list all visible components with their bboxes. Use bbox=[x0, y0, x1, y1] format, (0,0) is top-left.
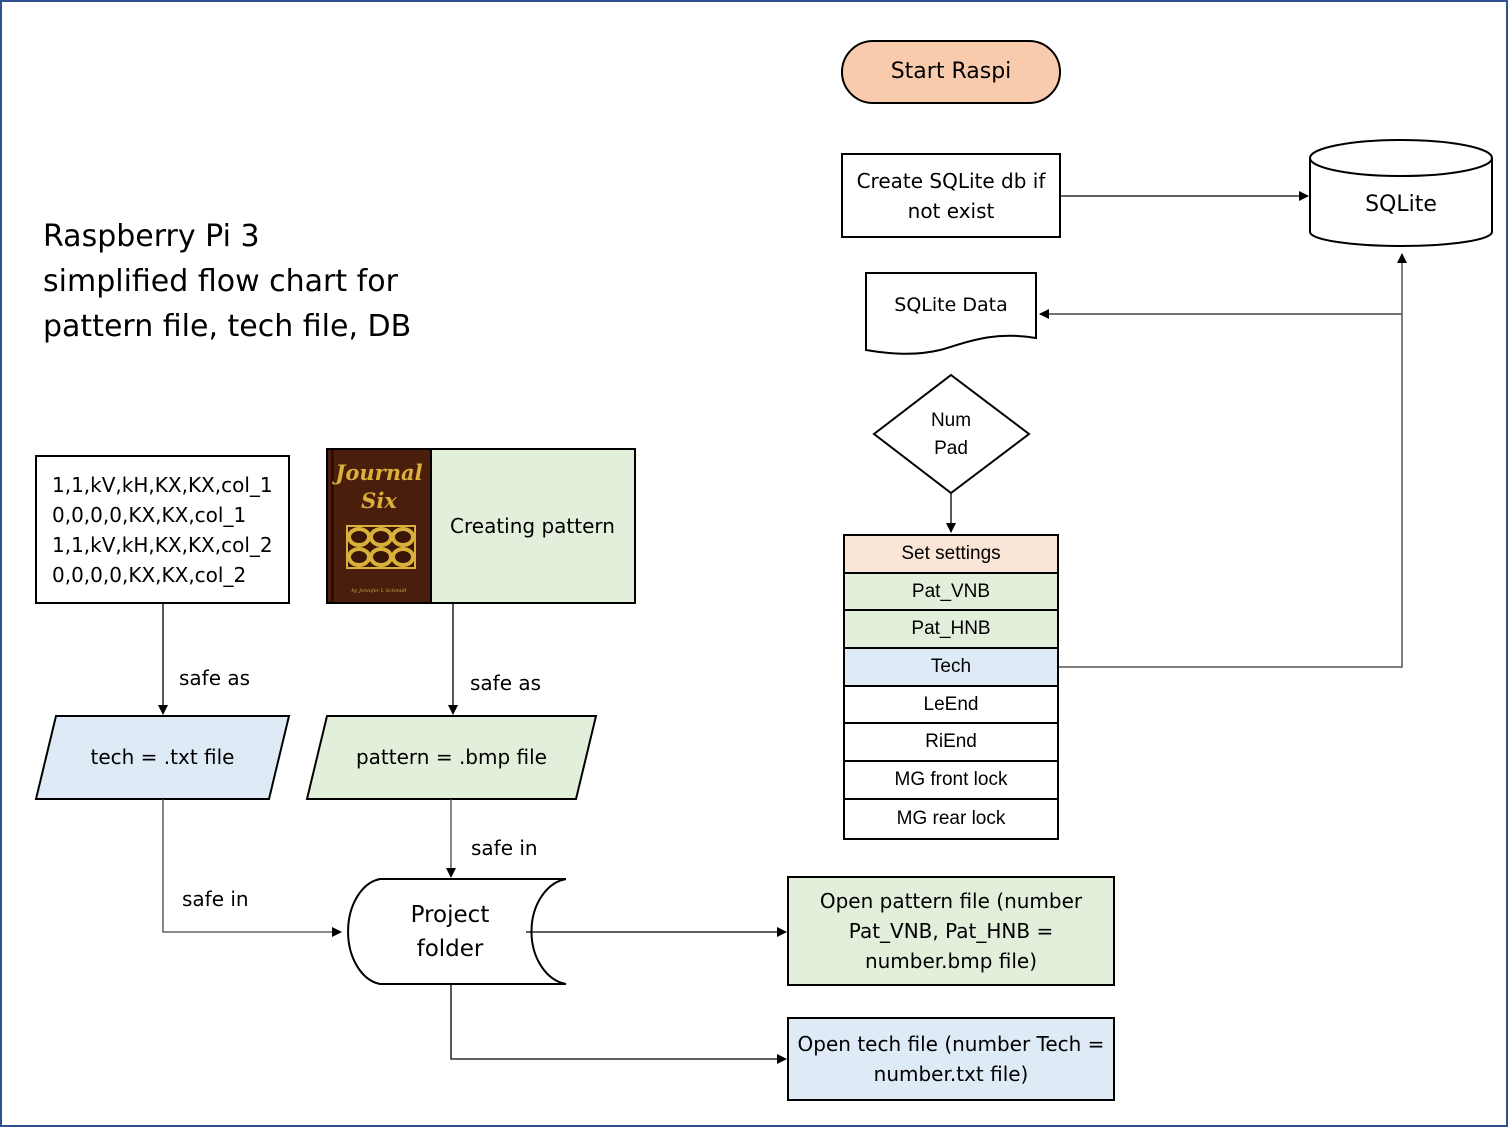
tech-text-line: 0,0,0,0,KX,KX,col_2 bbox=[52, 563, 247, 587]
settings-row-pat-hnb[interactable]: Pat_HNB bbox=[845, 611, 1057, 650]
sqlite-data-label: SQLite Data bbox=[894, 294, 1008, 317]
book-title-line1: Journal bbox=[335, 460, 423, 485]
pattern-file-label: pattern = .bmp file bbox=[355, 745, 547, 769]
sqlite-label: SQLite bbox=[1365, 192, 1437, 218]
book-lattice-ornament bbox=[346, 525, 416, 569]
edge-label-pattern-safe-in: safe in bbox=[471, 836, 538, 860]
creating-pattern-label: Creating pattern bbox=[450, 513, 615, 538]
numpad-label: Num Pad bbox=[930, 410, 972, 459]
settings-table: Set settings Pat_VNB Pat_HNB Tech LeEnd … bbox=[843, 534, 1059, 840]
settings-row-pat-vnb[interactable]: Pat_VNB bbox=[845, 573, 1057, 612]
journal-book-image: Journal Six by Jennifer L Schmidt bbox=[326, 448, 432, 604]
open-tech-label: Open tech file (number Tech = number.txt… bbox=[797, 1032, 1105, 1086]
tech-file-label: tech = .txt file bbox=[90, 745, 235, 769]
project-folder-label: Project folder bbox=[410, 902, 490, 962]
tech-text-line: 0,0,0,0,KX,KX,col_1 bbox=[52, 503, 247, 527]
edge-label-tech-safe-in: safe in bbox=[182, 887, 249, 911]
tech-text-line: 1,1,kV,kH,KX,KX,col_2 bbox=[52, 533, 273, 557]
tech-text-content: 1,1,kV,kH,KX,KX,col_1 0,0,0,0,KX,KX,col_… bbox=[52, 470, 273, 590]
settings-row-riend[interactable]: RiEnd bbox=[845, 724, 1057, 763]
settings-row-leend[interactable]: LeEnd bbox=[845, 686, 1057, 725]
create-db-label: Create SQLite db if not exist bbox=[856, 169, 1046, 223]
book-title-line2: Six bbox=[361, 488, 397, 513]
settings-row-mg-front-lock[interactable]: MG front lock bbox=[845, 762, 1057, 800]
connector-techfile-folder bbox=[162, 799, 342, 937]
connector-folder-opentech bbox=[450, 984, 787, 1064]
connector-tech-sqlite bbox=[1059, 253, 1407, 668]
open-pattern-label: Open pattern file (number Pat_VNB, Pat_H… bbox=[819, 889, 1083, 973]
edge-label-tech-safe-as: safe as bbox=[179, 666, 251, 690]
diagram-title: Raspberry Pi 3 simplified flow chart for… bbox=[43, 219, 412, 344]
edge-label-pattern-safe-as: safe as bbox=[470, 671, 542, 695]
book-author: by Jennifer L Schmidt bbox=[351, 588, 407, 594]
settings-row-header[interactable]: Set settings bbox=[845, 536, 1057, 574]
settings-row-tech[interactable]: Tech bbox=[845, 649, 1057, 687]
settings-row-mg-rear-lock[interactable]: MG rear lock bbox=[845, 799, 1057, 838]
start-label: Start Raspi bbox=[890, 59, 1012, 85]
tech-text-line: 1,1,kV,kH,KX,KX,col_1 bbox=[52, 473, 273, 497]
